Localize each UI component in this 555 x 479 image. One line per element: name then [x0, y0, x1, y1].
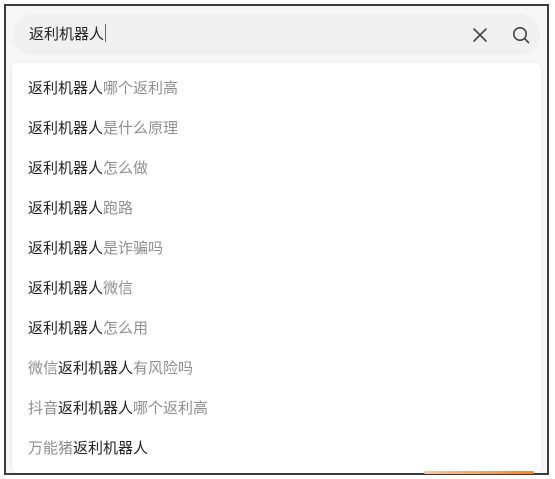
- suggestion-suffix: 微信: [103, 279, 134, 297]
- suggestion-match: 返利机器人: [73, 439, 149, 457]
- suggestion-item[interactable]: 返利机器人微信: [12, 268, 541, 308]
- close-icon: [473, 28, 487, 42]
- suggestion-dropdown: 返利机器人哪个返利高 返利机器人是什么原理 返利机器人怎么做 返利机器人跑路 返…: [12, 63, 541, 473]
- suggestion-item[interactable]: 返利机器人哪个返利高: [12, 68, 541, 108]
- suggestion-match: 返利机器人: [58, 359, 134, 377]
- suggestion-prefix: 微信: [28, 359, 59, 377]
- search-window: 返利机器人 返利机器人哪个返利高 返利机器人是什么原理 返利机器人怎么做 返利机…: [4, 4, 549, 475]
- search-button[interactable]: [510, 24, 532, 46]
- suggestion-suffix: 怎么做: [103, 159, 149, 177]
- suggestion-item[interactable]: 返利机器人怎么用: [12, 308, 541, 348]
- suggestion-suffix: 哪个返利高: [133, 399, 209, 417]
- suggestion-item[interactable]: 抖音返利机器人哪个返利高: [12, 388, 541, 428]
- suggestion-item[interactable]: 万能猪返利机器人: [12, 428, 541, 468]
- suggestion-suffix: 怎么用: [103, 319, 149, 337]
- suggestion-prefix: 万能猪: [28, 439, 74, 457]
- suggestion-match: 返利机器人: [28, 159, 104, 177]
- bottom-accent-bar: [424, 471, 534, 474]
- suggestion-suffix: 有风险吗: [133, 359, 194, 377]
- suggestion-item[interactable]: 返利机器人是什么原理: [12, 108, 541, 148]
- search-query: 返利机器人: [29, 25, 105, 43]
- suggestion-prefix: 抖音: [28, 399, 59, 417]
- suggestion-match: 返利机器人: [28, 319, 104, 337]
- suggestion-item[interactable]: 返利机器人怎么做: [12, 148, 541, 188]
- suggestion-match: 返利机器人: [58, 399, 134, 417]
- suggestion-match: 返利机器人: [28, 239, 104, 257]
- suggestion-suffix: 哪个返利高: [103, 79, 179, 97]
- text-caret: [105, 24, 107, 42]
- suggestion-item[interactable]: 微信返利机器人有风险吗: [12, 348, 541, 388]
- suggestion-item[interactable]: 返利机器人跑路: [12, 188, 541, 228]
- suggestion-suffix: 跑路: [103, 199, 134, 217]
- suggestion-match: 返利机器人: [28, 119, 104, 137]
- suggestion-match: 返利机器人: [28, 79, 104, 97]
- suggestion-suffix: 是诈骗吗: [103, 239, 164, 257]
- suggestion-match: 返利机器人: [28, 279, 104, 297]
- clear-button[interactable]: [469, 24, 491, 46]
- search-icon: [513, 27, 530, 44]
- search-input[interactable]: 返利机器人: [29, 24, 107, 44]
- search-bar[interactable]: 返利机器人: [13, 14, 540, 55]
- suggestion-suffix: 是什么原理: [103, 119, 179, 137]
- suggestion-item[interactable]: 返利机器人是诈骗吗: [12, 228, 541, 268]
- suggestion-match: 返利机器人: [28, 199, 104, 217]
